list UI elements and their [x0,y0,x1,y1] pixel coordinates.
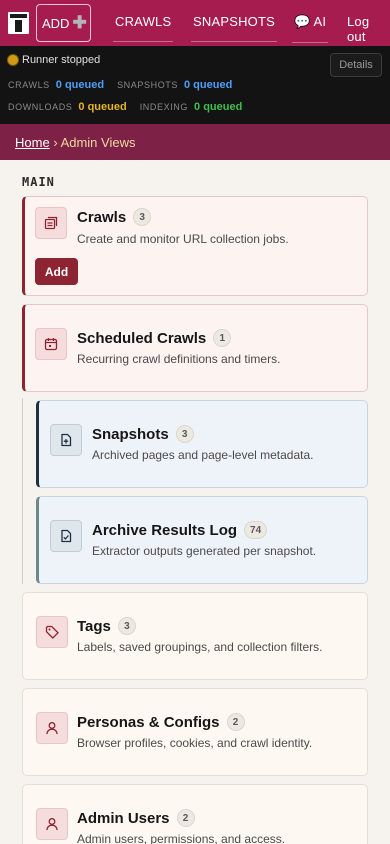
add-crawl-button[interactable]: Add [35,258,78,285]
card-personas-configs[interactable]: Personas & Configs 2 Browser profiles, c… [22,688,368,776]
card-description: Create and monitor URL collection jobs. [77,232,289,246]
card-scheduled-crawls-header: Scheduled Crawls 1 [77,329,232,347]
card-tags-header: Tags 3 [77,617,136,635]
card-snapshots-header: Snapshots 3 [92,425,194,443]
nav-ai-label: AI [313,14,327,29]
card-description: Archived pages and page-level metadata. [92,448,314,462]
card-title[interactable]: Crawls [77,209,126,226]
card-admin-users[interactable]: Admin Users 2 Admin users, permissions, … [22,784,368,844]
user-icon [36,808,68,840]
breadcrumb: Home › Admin Views [0,124,390,160]
user-icon [36,712,68,744]
document-check-icon [50,520,82,552]
count-badge: 2 [226,713,245,731]
crawls-queue-label: CRAWLS [8,80,50,90]
count-badge: 3 [133,208,152,226]
breadcrumb-current: Admin Views [60,135,136,150]
card-crawls-header: Crawls 3 [77,208,152,226]
top-nav: ADD ✚ CRAWLS SNAPSHOTS 💬 AI Log out [0,0,390,46]
downloads-queue-label: DOWNLOADS [8,102,73,112]
runner-status: Runner stopped [7,54,100,66]
logout-link[interactable]: Log out [347,14,390,44]
card-description: Recurring crawl definitions and timers. [77,352,281,366]
card-crawls[interactable]: Crawls 3 Create and monitor URL collecti… [22,196,368,296]
section-title: MAIN [22,175,55,189]
nav-crawls-link[interactable]: CRAWLS [112,14,174,42]
chat-bubble-icon: 💬 [294,14,311,29]
card-title[interactable]: Snapshots [92,426,169,443]
tag-icon [36,616,68,648]
card-description: Labels, saved groupings, and collection … [77,640,323,654]
queue-row-1: CRAWLS 0 queued SNAPSHOTS 0 queued [8,79,245,91]
card-description: Extractor outputs generated per snapshot… [92,544,317,558]
card-title[interactable]: Scheduled Crawls [77,330,206,347]
nav-ai-link[interactable]: 💬 AI [291,14,329,43]
breadcrumb-home-link[interactable]: Home [15,135,50,150]
card-archive-results-log[interactable]: Archive Results Log 74 Extractor outputs… [36,496,368,584]
add-button[interactable]: ADD ✚ [36,4,91,42]
count-badge: 2 [176,809,195,827]
indexing-queue-value: 0 queued [194,101,243,113]
card-description: Browser profiles, cookies, and crawl ide… [77,736,313,750]
downloads-queue-value: 0 queued [78,101,127,113]
card-title[interactable]: Tags [77,618,111,635]
details-button[interactable]: Details [330,53,382,77]
archivebox-logo[interactable] [8,12,29,34]
crawls-queue-value: 0 queued [55,79,105,91]
add-button-label: ADD [42,15,70,31]
status-bar: Runner stopped Details CRAWLS 0 queued S… [0,46,390,124]
count-badge: 1 [213,329,232,347]
tree-connector-line [22,398,23,584]
card-admin-users-header: Admin Users 2 [77,809,195,827]
plus-icon: ✚ [72,13,87,32]
indexing-queue-label: INDEXING [139,102,189,112]
queue-row-2: DOWNLOADS 0 queued INDEXING 0 queued [8,101,255,113]
count-badge: 74 [244,521,268,539]
runner-status-dot-icon [7,54,19,66]
crawls-icon [35,207,67,239]
runner-status-text: Runner stopped [22,54,101,66]
card-title[interactable]: Archive Results Log [92,522,237,539]
snapshots-queue-label: SNAPSHOTS [117,80,178,90]
count-badge: 3 [117,617,136,635]
card-archive-results-log-header: Archive Results Log 74 [92,521,268,539]
card-description: Admin users, permissions, and access. [77,832,286,844]
breadcrumb-separator: › [53,135,58,150]
card-snapshots[interactable]: Snapshots 3 Archived pages and page-leve… [36,400,368,488]
nav-snapshots-link[interactable]: SNAPSHOTS [191,14,277,42]
card-tags[interactable]: Tags 3 Labels, saved groupings, and coll… [22,592,368,680]
document-plus-icon [50,424,82,456]
snapshots-queue-value: 0 queued [184,79,233,91]
card-personas-configs-header: Personas & Configs 2 [77,713,245,731]
card-title[interactable]: Personas & Configs [77,714,220,731]
card-scheduled-crawls[interactable]: Scheduled Crawls 1 Recurring crawl defin… [22,304,368,392]
calendar-icon [35,328,67,360]
count-badge: 3 [175,425,194,443]
card-title[interactable]: Admin Users [77,810,170,827]
